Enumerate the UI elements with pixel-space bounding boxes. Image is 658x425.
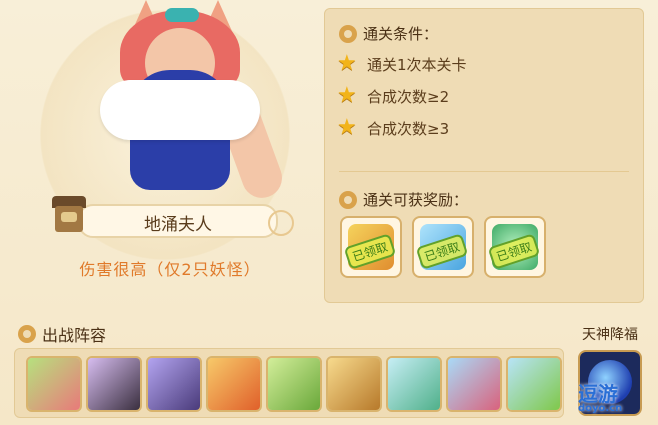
star-icon: ★ (337, 115, 357, 140)
hero-description: 伤害很高（仅2只妖怪） (79, 260, 261, 279)
lineup-slot-3[interactable] (146, 356, 202, 412)
condition-item: ★ 合成次数≥2 (337, 83, 450, 108)
condition-item: ★ 通关1次本关卡 (337, 51, 467, 76)
green-frog-avatar (268, 358, 320, 410)
lineup-slot-8[interactable] (446, 356, 502, 412)
reward-exp[interactable]: 已领取 (340, 216, 402, 278)
swirl-icon (339, 24, 357, 43)
star-icon: ★ (337, 51, 357, 76)
green-sword-avatar (388, 358, 440, 410)
purple-haired-warrior-avatar (148, 358, 200, 410)
lineup-slot-4[interactable] (206, 356, 262, 412)
dark-hair-girl-avatar (88, 358, 140, 410)
lineup-slot-2[interactable] (86, 356, 142, 412)
house-badge-icon (52, 196, 86, 234)
fur-shawl (100, 80, 260, 140)
reward-crystal[interactable]: 已领取 (412, 216, 474, 278)
lineup-slot-6[interactable] (326, 356, 382, 412)
hero-name-bar: 地涌夫人 (78, 204, 294, 238)
golden-lion-avatar (328, 358, 380, 410)
blessing-title: 天神降福 (582, 327, 638, 343)
green-bug-avatar (508, 358, 560, 410)
rewards-header: 通关可获奖励： (339, 189, 468, 210)
hat-pig-avatar (448, 358, 500, 410)
star-icon: ★ (337, 83, 357, 108)
lineup-slot-5[interactable] (266, 356, 322, 412)
divider (339, 171, 629, 172)
lineup-slot-9[interactable] (506, 356, 562, 412)
lineup-slot-1[interactable] (26, 356, 82, 412)
lineup-header: 出战阵容 (18, 322, 106, 346)
swirl-icon (339, 190, 357, 209)
hero-name: 地涌夫人 (144, 215, 212, 235)
conditions-header: 通关条件： (339, 23, 438, 44)
hero-portrait (40, 0, 300, 210)
conditions-title: 通关条件： (363, 25, 439, 43)
swirl-icon (18, 325, 36, 343)
swirl-decoration-icon (268, 210, 294, 236)
lineup-slot-7[interactable] (386, 356, 442, 412)
condition-item: ★ 合成次数≥3 (337, 115, 450, 140)
orange-fox-avatar (208, 358, 260, 410)
reward-jade[interactable]: 已领取 (484, 216, 546, 278)
lineup-title: 出战阵容 (42, 326, 107, 345)
pink-hair-girl-avatar (28, 358, 80, 410)
rewards-title: 通关可获奖励： (363, 191, 469, 209)
crown (165, 8, 199, 22)
watermark: 逗游 doyo.cn (578, 382, 623, 414)
